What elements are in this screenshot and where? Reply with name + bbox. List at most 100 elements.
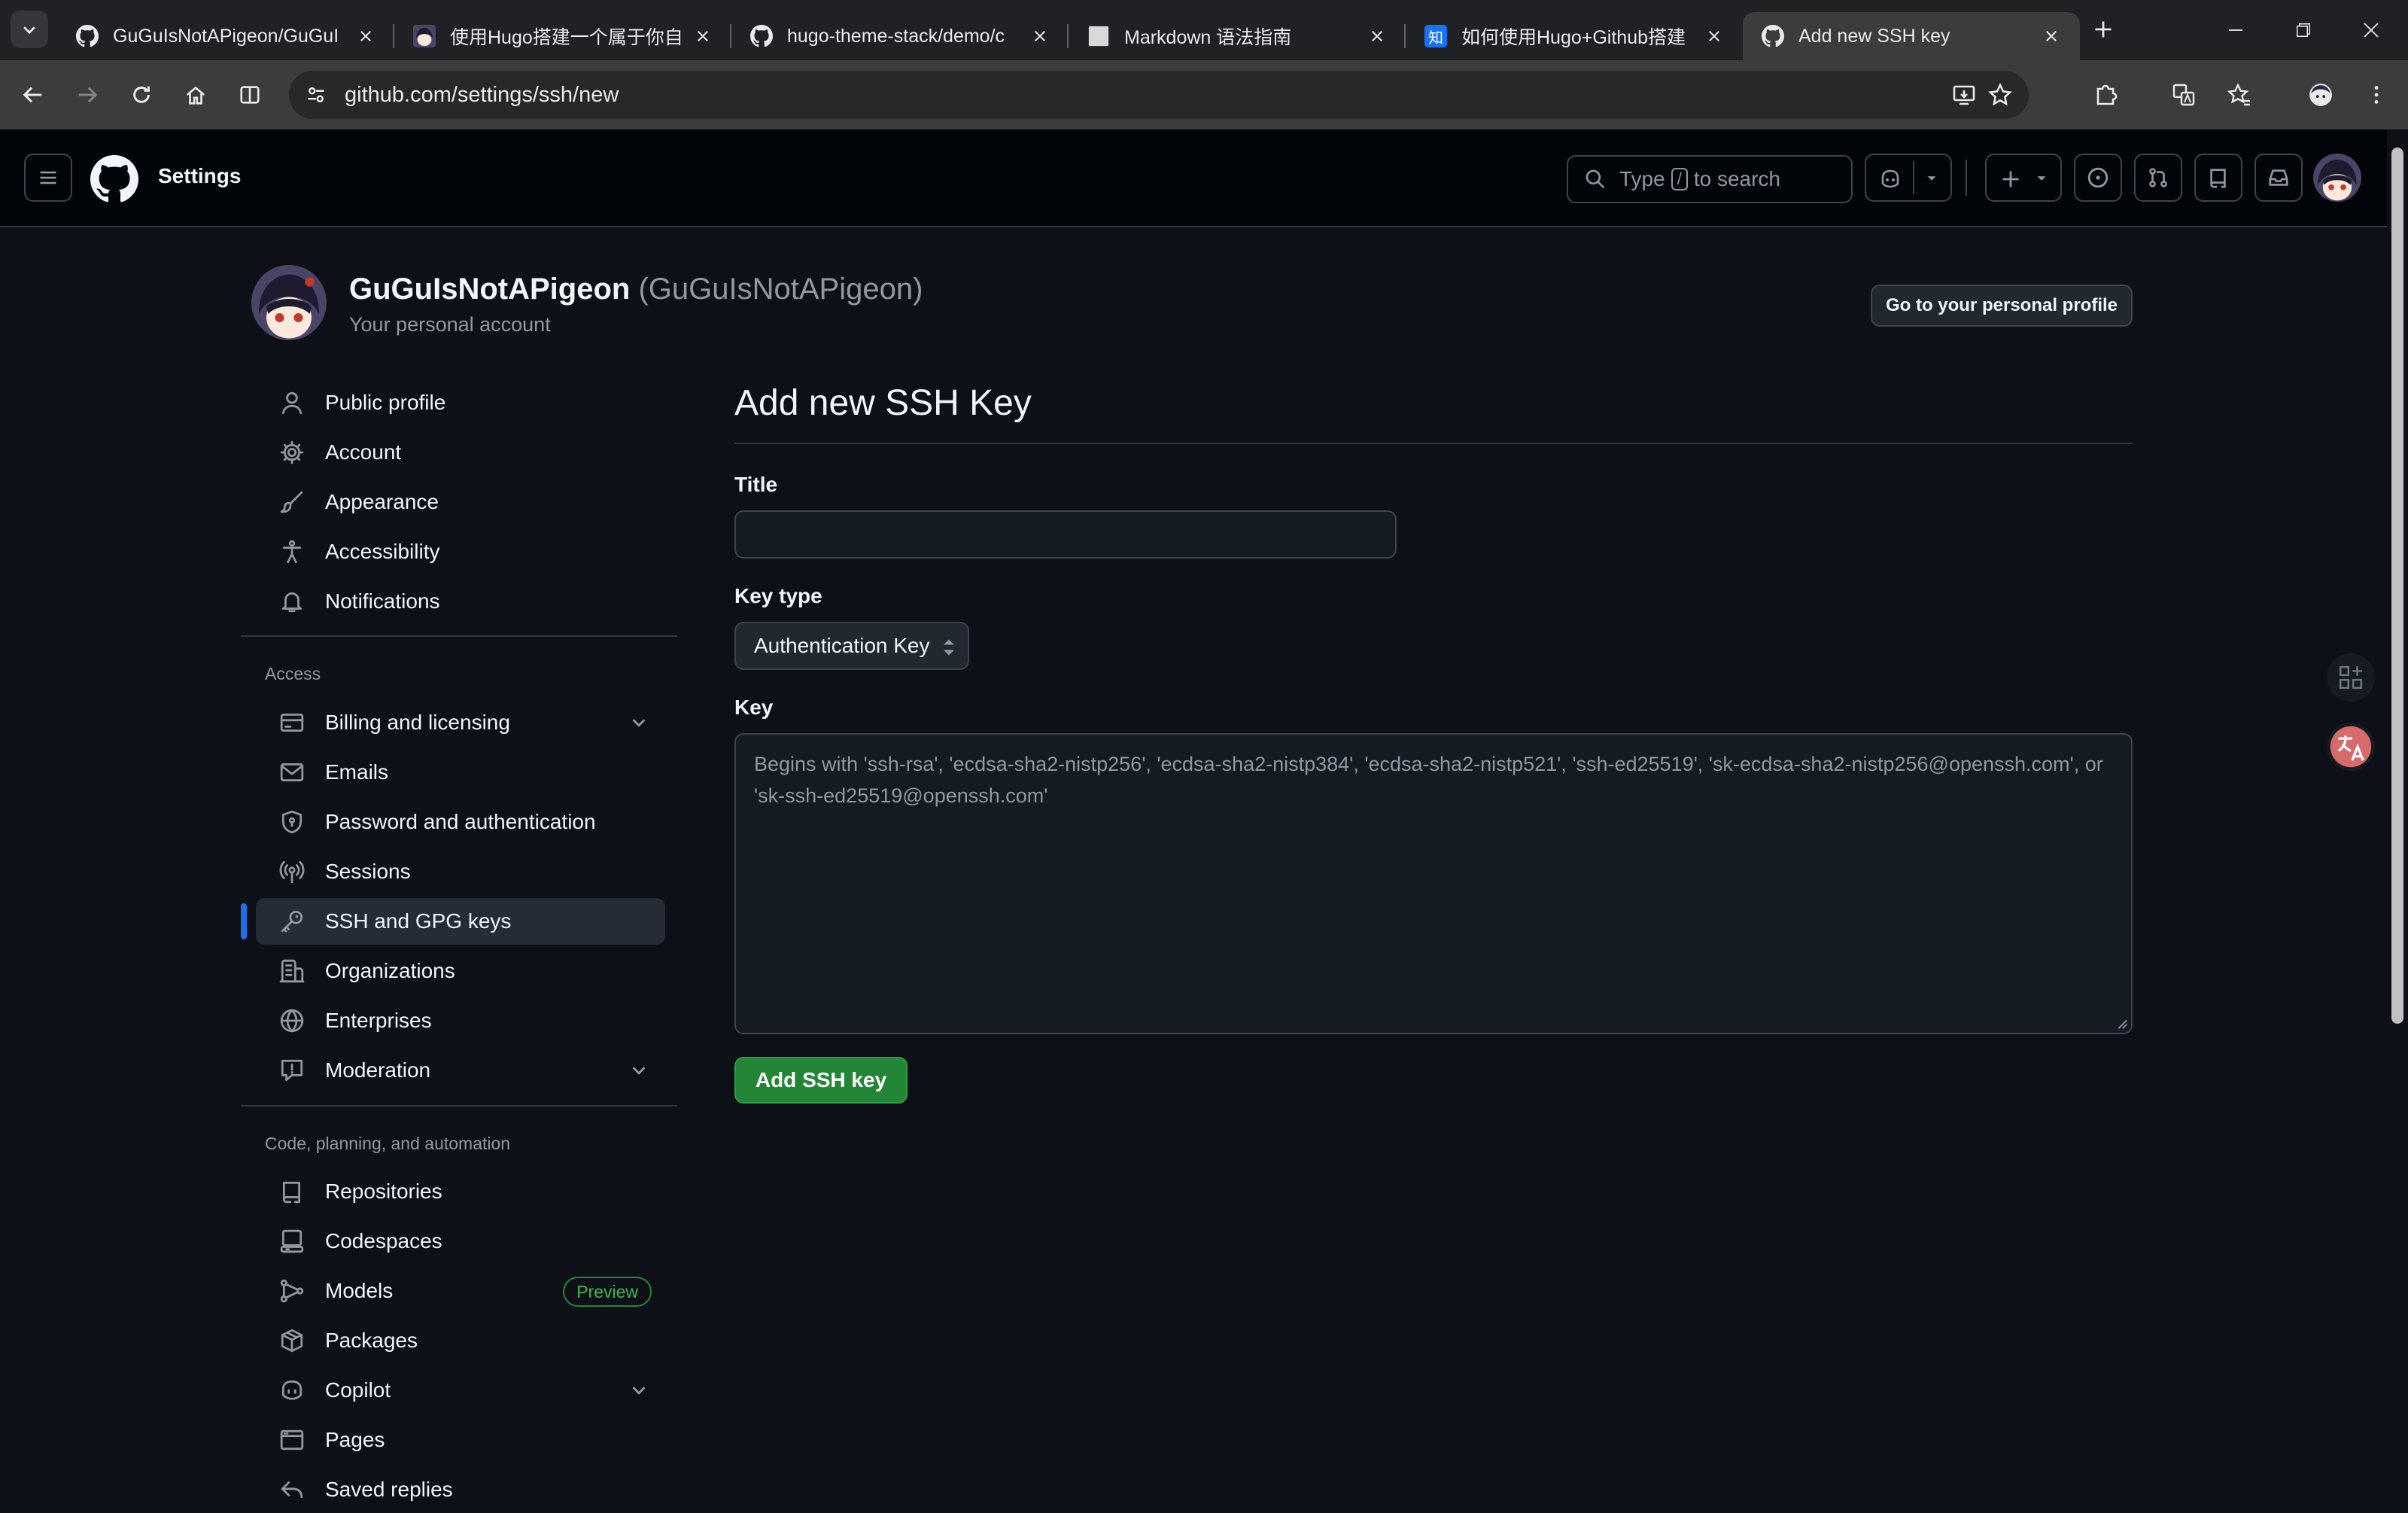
browser-tab[interactable]: 知如何使用Hugo+Github搭建 — [1406, 12, 1743, 60]
resize-grip-icon[interactable] — [2115, 1016, 2128, 1030]
organization-icon — [278, 957, 306, 985]
inbox-button[interactable] — [2254, 154, 2303, 202]
github-logo-icon[interactable] — [90, 155, 138, 203]
sidebar-item-label: Sessions — [325, 860, 411, 883]
copilot-icon — [278, 1377, 306, 1404]
user-avatar-button[interactable] — [2313, 154, 2361, 202]
forward-button[interactable] — [68, 75, 107, 114]
browser-tab[interactable]: hugo-theme-stack/demo/c — [731, 12, 1069, 60]
arrow-left-icon — [23, 87, 42, 103]
minimize-icon — [2229, 29, 2242, 31]
sidebar-item-models[interactable]: Models Preview — [256, 1268, 665, 1314]
title-input[interactable] — [734, 510, 1397, 559]
browser-tab-active[interactable]: Add new SSH key — [1743, 12, 2080, 60]
avatar-icon — [251, 265, 327, 340]
translate-button[interactable] — [2164, 75, 2203, 114]
profile-button[interactable] — [2301, 75, 2340, 114]
key-textarea[interactable]: Begins with 'ssh-rsa', 'ecdsa-sha2-nistp… — [734, 733, 2133, 1034]
sidebar-item-moderation[interactable]: Moderation — [256, 1047, 665, 1094]
minimize-button[interactable] — [2202, 0, 2270, 60]
back-button[interactable] — [14, 75, 53, 114]
tab-close-button[interactable] — [2041, 26, 2062, 47]
sidebar-item-saved-replies[interactable]: Saved replies — [256, 1466, 665, 1513]
side-translate-button[interactable] — [2327, 723, 2375, 771]
avatar-favicon-icon — [413, 25, 436, 47]
page-icon — [1088, 26, 1109, 47]
tab-search-button[interactable] — [11, 11, 48, 48]
tab-close-button[interactable] — [1029, 26, 1050, 47]
new-tab-button[interactable] — [2084, 11, 2122, 48]
plus-icon — [2095, 21, 2112, 38]
sidebar-item-packages[interactable]: Packages — [256, 1317, 665, 1364]
sidebar-item-organizations[interactable]: Organizations — [256, 948, 665, 994]
chevron-down-icon[interactable] — [628, 1059, 650, 1087]
browser-tab[interactable]: Markdown 语法指南 — [1069, 12, 1406, 60]
issues-button[interactable] — [2074, 154, 2122, 202]
sidebar-item-account[interactable]: Account — [256, 429, 665, 476]
add-ssh-key-button[interactable]: Add SSH key — [734, 1057, 908, 1104]
restore-icon — [2297, 23, 2310, 37]
sidebar-item-label: Appearance — [325, 490, 439, 513]
sidebar-item-password-and-authentication[interactable]: Password and authentication — [256, 799, 665, 845]
tab-close-button[interactable] — [1704, 26, 1725, 47]
repositories-button[interactable] — [2194, 154, 2242, 202]
tab-close-button[interactable] — [1367, 26, 1388, 47]
sidebar-item-sessions[interactable]: Sessions — [256, 848, 665, 895]
pull-requests-button[interactable] — [2134, 154, 2182, 202]
browser-menu-button[interactable] — [2357, 75, 2396, 114]
title-field-label: Title — [734, 473, 778, 496]
open-global-nav-button[interactable] — [24, 154, 72, 202]
sidebar-item-notifications[interactable]: Notifications — [256, 578, 665, 625]
side-apps-button[interactable] — [2327, 653, 2375, 702]
address-bar[interactable]: github.com/settings/ssh/new — [289, 71, 2029, 119]
star-icon[interactable] — [1988, 83, 2012, 107]
copilot-menu-button[interactable] — [1865, 154, 1952, 202]
split-screen-button[interactable] — [230, 75, 269, 114]
sidebar-item-label: Codespaces — [325, 1229, 442, 1253]
close-icon — [2046, 31, 2057, 41]
sidebar-item-repositories[interactable]: Repositories — [256, 1168, 665, 1215]
sidebar-item-enterprises[interactable]: Enterprises — [256, 997, 665, 1044]
mail-icon — [278, 759, 306, 786]
sidebar-item-accessibility[interactable]: Accessibility — [256, 528, 665, 575]
sidebar-item-emails[interactable]: Emails — [256, 749, 665, 796]
close-icon — [1372, 31, 1382, 41]
create-new-button[interactable] — [1985, 154, 2062, 202]
profile-avatar-icon — [2309, 84, 2332, 106]
issue-opened-icon — [2087, 167, 2109, 188]
sidebar-item-pages[interactable]: Pages — [256, 1417, 665, 1463]
go-to-profile-button[interactable]: Go to your personal profile — [1871, 285, 2133, 327]
tab-close-button[interactable] — [355, 26, 376, 47]
home-button[interactable] — [176, 75, 215, 114]
credit-card-icon — [278, 709, 306, 736]
browser-tab[interactable]: GuGuIsNotAPigeon/GuGuI — [57, 12, 394, 60]
tab-list: GuGuIsNotAPigeon/GuGuI 使用Hugo搭建一个属于你自 hugo… — [57, 6, 2080, 60]
close-icon — [2364, 23, 2379, 38]
page-scrollbar-thumb[interactable] — [2391, 148, 2403, 1024]
reload-button[interactable] — [122, 75, 161, 114]
inbox-icon — [2269, 169, 2288, 186]
extensions-button[interactable] — [2086, 75, 2125, 114]
search-input[interactable]: Type / to search — [1567, 155, 1853, 203]
chevron-down-icon[interactable] — [628, 1379, 650, 1407]
hamburger-icon — [40, 171, 56, 184]
tab-title: 使用Hugo搭建一个属于你自 — [450, 27, 682, 48]
sidebar-item-billing-and-licensing[interactable]: Billing and licensing — [256, 699, 665, 746]
chevron-down-icon[interactable] — [628, 711, 650, 739]
tab-favicon — [749, 24, 774, 48]
tab-close-button[interactable] — [692, 26, 713, 47]
close-window-button[interactable] — [2337, 0, 2405, 60]
sidebar-item-public-profile[interactable]: Public profile — [256, 379, 665, 426]
close-icon — [360, 31, 371, 41]
restore-button[interactable] — [2270, 0, 2337, 60]
sidebar-item-appearance[interactable]: Appearance — [256, 479, 665, 525]
browser-tab[interactable]: 使用Hugo搭建一个属于你自 — [394, 12, 731, 60]
account-handle: (GuGuIsNotAPigeon) — [638, 272, 923, 306]
key-type-select[interactable]: Authentication Key — [734, 622, 969, 670]
sidebar-item-copilot[interactable]: Copilot — [256, 1367, 665, 1414]
favorites-button[interactable] — [2220, 75, 2259, 114]
install-app-icon[interactable] — [1952, 83, 1976, 107]
account-display-name[interactable]: GuGuIsNotAPigeon — [349, 272, 630, 306]
sidebar-item-ssh-and-gpg-keys[interactable]: SSH and GPG keys — [256, 898, 665, 945]
sidebar-item-codespaces[interactable]: Codespaces — [256, 1218, 665, 1265]
